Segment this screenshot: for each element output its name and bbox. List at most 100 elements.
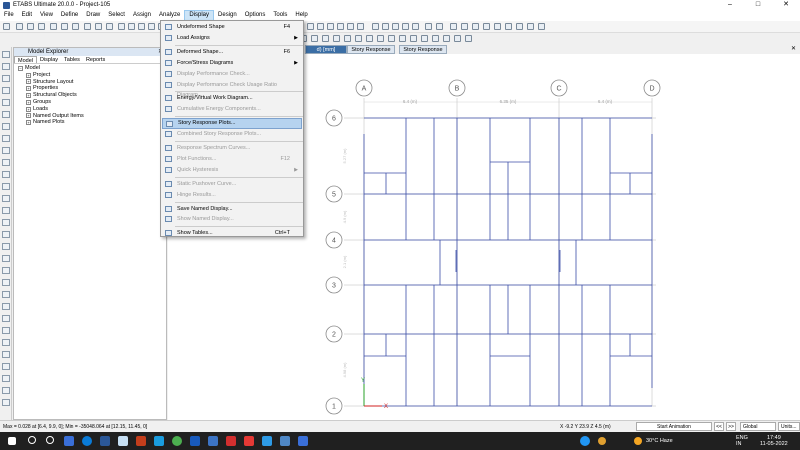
app-icon[interactable] bbox=[154, 436, 164, 446]
explorer-tab-display[interactable]: Display bbox=[37, 56, 61, 63]
toolbar-button-icon[interactable] bbox=[516, 23, 523, 30]
tree-item[interactable]: + Loads bbox=[18, 106, 166, 113]
menu-view[interactable]: View bbox=[36, 10, 57, 21]
toolbar-button-icon[interactable] bbox=[311, 35, 318, 42]
toolbar-button-icon[interactable] bbox=[372, 23, 379, 30]
toolbar-button-icon[interactable] bbox=[454, 35, 461, 42]
toolbar-button-icon[interactable] bbox=[128, 23, 135, 30]
app-icon-2[interactable] bbox=[208, 436, 218, 446]
coordinate-system-select[interactable]: Global bbox=[740, 422, 776, 431]
draw-tool-icon[interactable] bbox=[2, 171, 10, 178]
tree-item[interactable]: + Named Plots bbox=[18, 119, 166, 126]
etabs-taskbar-icon[interactable] bbox=[280, 436, 290, 446]
view-close-button[interactable]: ✕ bbox=[791, 45, 796, 54]
expand-toggle-icon[interactable]: + bbox=[26, 113, 31, 119]
expand-toggle-icon[interactable]: − bbox=[18, 65, 23, 71]
toolbar-button-icon[interactable] bbox=[84, 23, 91, 30]
menu-select[interactable]: Select bbox=[104, 10, 129, 21]
tree-item[interactable]: + Structural Objects bbox=[18, 92, 166, 99]
menu-item-load-assigns[interactable]: Load Assigns ▶ bbox=[162, 33, 302, 44]
expand-toggle-icon[interactable]: + bbox=[26, 93, 31, 99]
expand-toggle-icon[interactable]: + bbox=[26, 120, 31, 126]
menu-define[interactable]: Define bbox=[57, 10, 82, 21]
menu-item-show-named-display[interactable]: Show Named Display... bbox=[162, 214, 302, 225]
toolbar-button-icon[interactable] bbox=[421, 35, 428, 42]
toolbar-button-icon[interactable] bbox=[399, 35, 406, 42]
explorer-tab-tables[interactable]: Tables bbox=[61, 56, 83, 63]
tree-item[interactable]: + Project bbox=[18, 72, 166, 79]
toolbar-button-icon[interactable] bbox=[106, 23, 113, 30]
toolbar-button-icon[interactable] bbox=[333, 35, 340, 42]
menu-item-undeformed-shape[interactable]: Undeformed Shape F4 bbox=[162, 22, 302, 33]
toolbar-button-icon[interactable] bbox=[307, 23, 314, 30]
view-tab[interactable]: Story Response bbox=[347, 45, 395, 54]
toolbar-button-icon[interactable] bbox=[3, 23, 10, 30]
start-animation-button[interactable]: Start Animation bbox=[636, 422, 712, 431]
powerpoint-icon[interactable] bbox=[136, 436, 146, 446]
windows-start-icon[interactable] bbox=[8, 437, 16, 445]
draw-tool-icon[interactable] bbox=[2, 375, 10, 382]
draw-tool-icon[interactable] bbox=[2, 75, 10, 82]
draw-tool-icon[interactable] bbox=[2, 303, 10, 310]
menu-item-response-spectrum-curves[interactable]: Response Spectrum Curves... bbox=[162, 143, 302, 154]
explorer-tab-reports[interactable]: Reports bbox=[83, 56, 108, 63]
draw-tool-icon[interactable] bbox=[2, 183, 10, 190]
mail-icon[interactable] bbox=[100, 436, 110, 446]
clock[interactable]: 17:49 11-05-2022 bbox=[760, 435, 788, 447]
toolbar-button-icon[interactable] bbox=[322, 35, 329, 42]
menu-item-story-response-plots[interactable]: Story Response Plots... bbox=[162, 118, 302, 129]
tree-item[interactable]: + Structure Layout bbox=[18, 79, 166, 86]
task-view-icon[interactable] bbox=[46, 436, 54, 444]
menu-item-static-pushover-curve[interactable]: Static Pushover Curve... bbox=[162, 179, 302, 190]
toolbar-button-icon[interactable] bbox=[27, 23, 34, 30]
pdf-reader-icon[interactable] bbox=[244, 436, 254, 446]
draw-tool-icon[interactable] bbox=[2, 63, 10, 70]
draw-tool-icon[interactable] bbox=[2, 51, 10, 58]
toolbar-button-icon[interactable] bbox=[344, 35, 351, 42]
draw-tool-icon[interactable] bbox=[2, 231, 10, 238]
toolbar-button-icon[interactable] bbox=[347, 23, 354, 30]
toolbar-button-icon[interactable] bbox=[327, 23, 334, 30]
expand-toggle-icon[interactable]: + bbox=[26, 86, 31, 92]
toolbar-button-icon[interactable] bbox=[392, 23, 399, 30]
next-step-button[interactable]: >> bbox=[726, 422, 736, 431]
draw-tool-icon[interactable] bbox=[2, 207, 10, 214]
toolbar-button-icon[interactable] bbox=[472, 23, 479, 30]
draw-tool-icon[interactable] bbox=[2, 327, 10, 334]
help-tray-icon[interactable] bbox=[580, 436, 590, 446]
toolbar-button-icon[interactable] bbox=[95, 23, 102, 30]
tree-item[interactable]: − Model bbox=[18, 65, 166, 72]
toolbar-button-icon[interactable] bbox=[465, 35, 472, 42]
toolbar-button-icon[interactable] bbox=[402, 23, 409, 30]
draw-tool-icon[interactable] bbox=[2, 159, 10, 166]
menu-item-plot-functions[interactable]: Plot Functions... F12 bbox=[162, 154, 302, 165]
menu-item-save-named-display[interactable]: Save Named Display... bbox=[162, 204, 302, 215]
file-explorer-icon[interactable] bbox=[64, 436, 74, 446]
toolbar-button-icon[interactable] bbox=[357, 23, 364, 30]
close-button[interactable]: ✕ bbox=[772, 0, 800, 10]
view-tab[interactable]: d) [mm] bbox=[305, 45, 347, 54]
toolbar-button-icon[interactable] bbox=[118, 23, 125, 30]
draw-tool-icon[interactable] bbox=[2, 399, 10, 406]
chrome-icon[interactable] bbox=[172, 436, 182, 446]
view-tab[interactable]: Story Response bbox=[399, 45, 447, 54]
draw-tool-icon[interactable] bbox=[2, 363, 10, 370]
app-icon-5[interactable] bbox=[298, 436, 308, 446]
toolbar-button-icon[interactable] bbox=[16, 23, 23, 30]
draw-tool-icon[interactable] bbox=[2, 291, 10, 298]
draw-tool-icon[interactable] bbox=[2, 135, 10, 142]
draw-tool-icon[interactable] bbox=[2, 123, 10, 130]
draw-tool-icon[interactable] bbox=[2, 147, 10, 154]
expand-toggle-icon[interactable]: + bbox=[26, 106, 31, 112]
draw-tool-icon[interactable] bbox=[2, 279, 10, 286]
menu-item-force-stress-diagrams[interactable]: Force/Stress Diagrams ▶ bbox=[162, 58, 302, 69]
menu-item-display-performance-check-usage-ratio-diagram[interactable]: Display Performance Check Usage Ratio Di… bbox=[162, 80, 302, 98]
tree-item[interactable]: + Named Output Items bbox=[18, 113, 166, 120]
expand-toggle-icon[interactable]: + bbox=[26, 99, 31, 105]
draw-tool-icon[interactable] bbox=[2, 99, 10, 106]
draw-tool-icon[interactable] bbox=[2, 267, 10, 274]
draw-tool-icon[interactable] bbox=[2, 243, 10, 250]
toolbar-button-icon[interactable] bbox=[50, 23, 57, 30]
toolbar-button-icon[interactable] bbox=[412, 23, 419, 30]
draw-tool-icon[interactable] bbox=[2, 315, 10, 322]
